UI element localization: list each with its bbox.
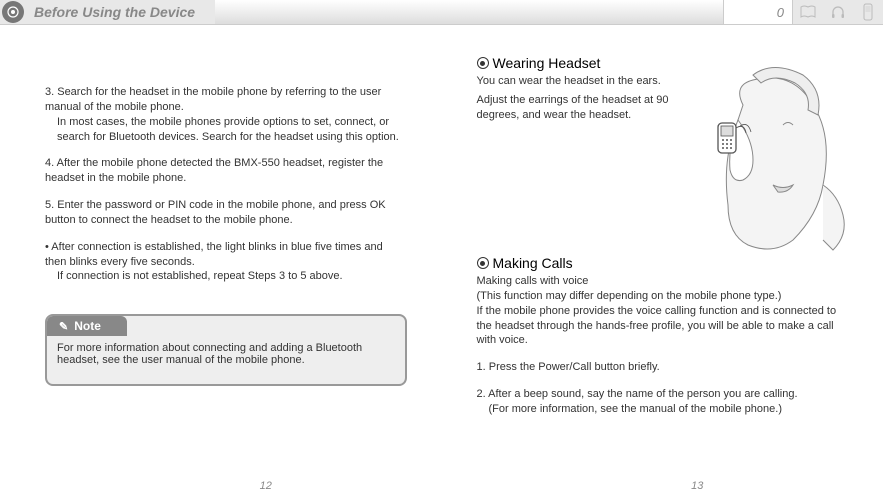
making-calls-p1: (This function may differ depending on t… — [477, 289, 844, 304]
after-text: • After connection is established, the l… — [45, 241, 383, 268]
left-page-number: 12 — [45, 480, 487, 492]
step-3-text: 3. Search for the headset in the mobile … — [45, 86, 381, 113]
right-page: Wearing Headset You can wear the headset… — [442, 25, 883, 500]
device-icon — [2, 1, 24, 23]
book-icon — [797, 1, 819, 23]
step-4: 4. After the mobile phone detected the B… — [45, 156, 407, 186]
header-right-group: 0 — [723, 0, 883, 24]
making-calls-title: Making Calls — [477, 255, 844, 271]
making-calls-sub: Making calls with voice — [477, 274, 844, 289]
headset-illustration — [683, 65, 853, 255]
page-title: Before Using the Device — [34, 4, 195, 20]
wearing-text-1: You can wear the headset in the ears. — [477, 74, 679, 89]
step-3b-text: In most cases, the mobile phones provide… — [45, 115, 407, 145]
step-3: 3. Search for the headset in the mobile … — [45, 85, 407, 144]
header-gradient — [215, 0, 723, 24]
making-step-2-text: 2. After a beep sound, say the name of t… — [477, 388, 798, 400]
phone-icon — [857, 1, 879, 23]
making-step-1: 1. Press the Power/Call button briefly. — [477, 360, 844, 375]
making-calls-p2: If the mobile phone provides the voice c… — [477, 304, 844, 349]
wearing-title-text: Wearing Headset — [493, 55, 601, 71]
step-5: 5. Enter the password or PIN code in the… — [45, 198, 407, 228]
headphones-icon — [827, 1, 849, 23]
content-area: 3. Search for the headset in the mobile … — [0, 25, 883, 500]
note-header: ✎ Note — [47, 316, 127, 336]
making-step-2b-text: (For more information, see the manual of… — [477, 402, 844, 417]
note-label: Note — [74, 319, 101, 333]
making-calls-section: Making Calls Making calls with voice (Th… — [477, 255, 844, 417]
wearing-text-2: Adjust the earrings of the headset at 90… — [477, 93, 679, 123]
note-box: ✎ Note For more information about connec… — [45, 314, 407, 386]
note-body: For more information about connecting an… — [47, 336, 405, 384]
after-text-2: If connection is not established, repeat… — [45, 269, 407, 284]
making-step-2: 2. After a beep sound, say the name of t… — [477, 387, 844, 417]
header-page-indicator: 0 — [723, 0, 793, 24]
after-connection: • After connection is established, the l… — [45, 240, 407, 285]
left-page: 3. Search for the headset in the mobile … — [0, 25, 442, 500]
right-page-number: 13 — [477, 480, 883, 492]
note-icon: ✎ — [59, 320, 68, 333]
bullet-icon — [477, 57, 489, 69]
header-bar: Before Using the Device 0 — [0, 0, 883, 25]
wearing-headset-section: Wearing Headset You can wear the headset… — [477, 55, 844, 245]
bullet-icon — [477, 257, 489, 269]
making-title-text: Making Calls — [493, 255, 573, 271]
